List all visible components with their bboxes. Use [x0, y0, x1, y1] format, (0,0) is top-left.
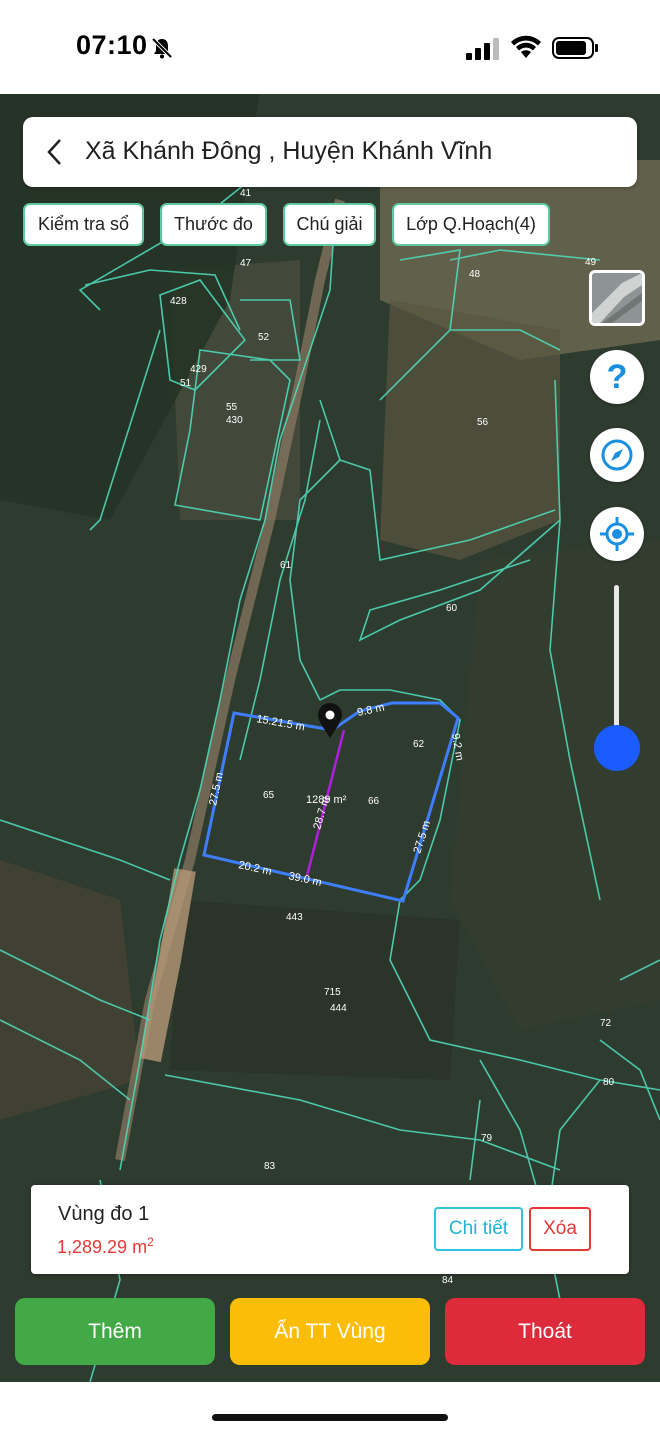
home-indicator[interactable] — [212, 1414, 448, 1421]
parcel-number-label: 66 — [368, 796, 380, 807]
chip-ruler[interactable]: Thước đo — [160, 203, 267, 246]
parcel-number-label: 443 — [286, 912, 303, 923]
parcel-number-label: 428 — [170, 296, 187, 307]
parcel-number-label: 51 — [180, 378, 192, 389]
status-bar: 07:10 — [0, 0, 660, 94]
back-arrow-icon[interactable] — [43, 137, 67, 167]
parcel-number-label: 49 — [585, 257, 597, 268]
parcel-number-label: 41 — [240, 188, 252, 199]
bell-slash-icon — [151, 37, 173, 59]
parcel-number-label: 84 — [442, 1275, 454, 1286]
parcel-number-label: 62 — [413, 739, 425, 750]
my-location-button[interactable] — [590, 507, 644, 561]
parcel-number-label: 55 — [226, 402, 238, 413]
exit-button[interactable]: Thoát — [445, 1298, 645, 1365]
parcel-number-label: 444 — [330, 1003, 347, 1014]
parcel-number-label: 47 — [240, 258, 252, 269]
help-icon: ? — [606, 357, 628, 396]
parcel-number-label: 430 — [226, 415, 243, 426]
chip-check-book[interactable]: Kiểm tra sổ — [23, 203, 144, 246]
location-header: Xã Khánh Đông , Huyện Khánh Vĩnh — [23, 117, 637, 187]
area-name: Vùng đo 1 — [58, 1203, 150, 1225]
compass-button[interactable] — [590, 428, 644, 482]
delete-button[interactable]: Xóa — [529, 1207, 591, 1251]
help-button[interactable]: ? — [590, 350, 644, 404]
add-button[interactable]: Thêm — [15, 1298, 215, 1365]
compass-icon — [601, 439, 633, 471]
location-title: Xã Khánh Đông , Huyện Khánh Vĩnh — [85, 137, 493, 165]
crosshair-location-icon — [600, 517, 634, 551]
parcel-number-label: 56 — [477, 417, 489, 428]
cellular-signal-icon — [466, 38, 499, 60]
status-time: 07:10 — [76, 30, 148, 60]
detail-button[interactable]: Chi tiết — [434, 1207, 523, 1251]
satellite-layer-icon — [592, 273, 642, 323]
area-value: 1,289.29 m2 — [57, 1235, 154, 1257]
zoom-slider-handle[interactable] — [594, 725, 640, 771]
parcel-number-label: 79 — [481, 1133, 493, 1144]
layer-switch-button[interactable] — [589, 270, 645, 326]
wifi-icon — [511, 35, 541, 58]
parcel-number-label: 72 — [600, 1018, 612, 1029]
parcel-number-label: 52 — [258, 332, 270, 343]
zoom-slider-track[interactable] — [614, 585, 619, 745]
parcel-number-label: 48 — [469, 269, 481, 280]
parcel-number-label: 65 — [263, 790, 275, 801]
bottom-safe-area — [0, 1382, 660, 1434]
parcel-number-label: 61 — [280, 560, 292, 571]
hide-area-info-button[interactable]: Ẩn TT Vùng — [230, 1298, 430, 1365]
parcel-number-label: 715 — [324, 987, 341, 998]
parcel-number-label: 60 — [446, 603, 458, 614]
chip-planning-layer[interactable]: Lớp Q.Hoạch(4) — [392, 203, 550, 246]
chip-legend[interactable]: Chú giải — [283, 203, 376, 246]
area-info-card: Vùng đo 1 1,289.29 m2 Chi tiết Xóa — [31, 1185, 629, 1274]
parcel-number-label: 429 — [190, 364, 207, 375]
battery-icon — [552, 37, 598, 59]
parcel-number-label: 80 — [603, 1077, 615, 1088]
parcel-number-label: 83 — [264, 1161, 276, 1172]
